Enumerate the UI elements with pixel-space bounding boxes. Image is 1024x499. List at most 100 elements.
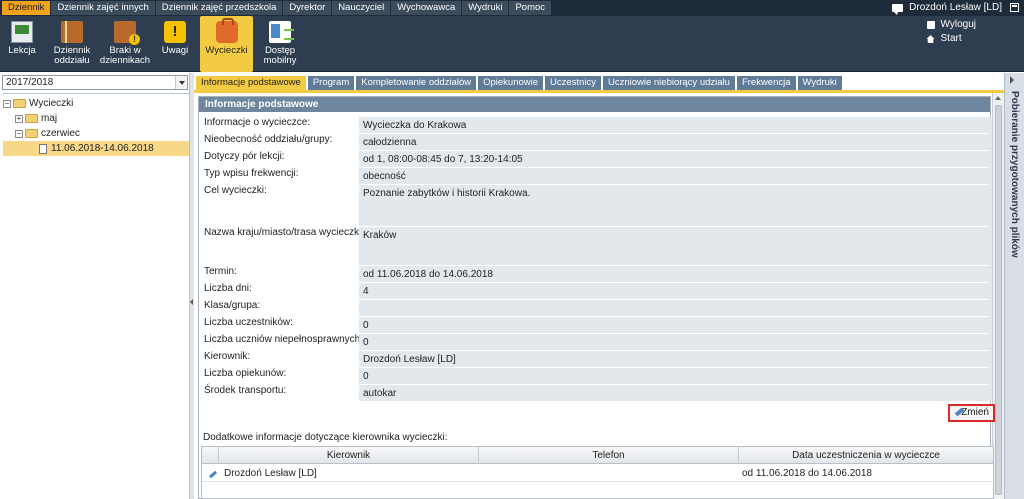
backpack-icon <box>215 18 238 43</box>
field-value: 0 <box>359 368 995 384</box>
menu-nauczyciel[interactable]: Nauczyciel <box>332 1 391 15</box>
maximize-icon[interactable] <box>1010 3 1019 12</box>
field-value: Kraków <box>359 227 995 265</box>
tab-wydruki[interactable]: Wydruki <box>797 76 842 90</box>
top-menu: Dziennik Dziennik zajęć innych Dziennik … <box>2 1 552 16</box>
tree-node-label: maj <box>41 113 58 124</box>
leader-table-header: Kierownik Telefon Data uczestniczenia w … <box>202 447 993 464</box>
table-row[interactable]: Drozdoń Lesław [LD] od 11.06.2018 do 14.… <box>202 466 993 482</box>
menu-dziennik-zajec-innych[interactable]: Dziennik zajęć innych <box>51 1 155 15</box>
field-value: 4 <box>359 283 995 299</box>
field-label: Nazwa kraju/miasto/trasa wycieczki: <box>204 227 365 238</box>
menu-dziennik[interactable]: Dziennik <box>2 1 51 15</box>
trip-tabs: Informacje podstawowe Program Kompletowa… <box>196 76 844 90</box>
toolbar: Lekcja Dziennik oddziału Braki w dzienni… <box>0 16 1024 72</box>
menu-wydruki[interactable]: Wydruki <box>462 1 509 15</box>
tab-program[interactable]: Program <box>307 76 355 90</box>
field-label: Typ wpisu frekwencji: <box>204 168 299 179</box>
field-label: Liczba uczniów niepełnosprawnych: <box>204 334 363 345</box>
field-value: Wycieczka do Krakowa <box>359 117 995 133</box>
mobile-phone-icon <box>269 21 294 43</box>
tree-node-czerwiec[interactable]: − czerwiec <box>3 126 189 141</box>
tab-informacje-podstawowe[interactable]: Informacje podstawowe <box>196 76 306 90</box>
menu-dziennik-zajec-przedszkola[interactable]: Dziennik zajęć przedszkola <box>155 1 283 15</box>
field-value: całodzienna <box>359 134 995 150</box>
session-links: Wyloguj Start <box>926 18 976 46</box>
field-value <box>359 300 995 316</box>
message-icon[interactable] <box>892 4 904 15</box>
column-spacer <box>202 447 219 464</box>
change-button[interactable]: Zmień <box>948 404 995 422</box>
field-label: Liczba opiekunów: <box>204 368 287 379</box>
tab-frekwencja[interactable]: Frekwencja <box>736 76 796 90</box>
tab-kompletowanie-oddzialow[interactable]: Kompletowanie oddziałów <box>356 76 477 90</box>
toolbar-dziennik-oddzialu-button[interactable]: Dziennik oddziału <box>50 16 94 72</box>
field-value: obecność <box>359 168 995 184</box>
field-label: Informacje o wycieczce: <box>204 117 311 128</box>
scroll-up-icon[interactable] <box>995 96 1001 100</box>
field-label: Kierownik: <box>204 351 251 362</box>
main-scrollbar[interactable] <box>992 93 1004 499</box>
toolbar-lekcja-label: Lekcja <box>8 45 36 56</box>
school-year-value: 2017/2018 <box>6 77 54 88</box>
scroll-thumb[interactable] <box>995 105 1002 495</box>
chevron-down-icon[interactable] <box>175 76 187 89</box>
tree-node-wycieczki[interactable]: − Wycieczki <box>3 96 189 111</box>
trips-tree: − Wycieczki + maj − czerwiec 11.06.2018-… <box>3 93 189 156</box>
lock-icon <box>926 21 935 29</box>
top-menu-bar: Dziennik Dziennik zajęć innych Dziennik … <box>0 0 1024 16</box>
logout-label: Wyloguj <box>940 19 976 30</box>
column-header-telefon[interactable]: Telefon <box>479 447 739 464</box>
field-value: 0 <box>359 317 995 333</box>
field-value: Poznanie zabytków i historii Krakowa. <box>359 185 995 226</box>
tab-opiekunowie[interactable]: Opiekunowie <box>478 76 544 90</box>
cell-kierownik: Drozdoń Lesław [LD] <box>224 468 317 479</box>
tree-node-maj[interactable]: + maj <box>3 111 189 126</box>
toolbar-dostep-mobilny-button[interactable]: Dostęp mobilny <box>259 16 301 72</box>
logout-link[interactable]: Wyloguj <box>926 18 976 32</box>
field-value: Drozdoń Lesław [LD] <box>359 351 995 367</box>
start-label: Start <box>940 33 962 44</box>
user-info[interactable]: Drozdoń Lesław [LD] <box>892 0 1002 16</box>
tab-uczniowie-niebiorący-udzialu[interactable]: Uczniowie niebiorący udziału <box>602 76 735 90</box>
toolbar-dziennik-oddzialu-label: Dziennik oddziału <box>53 45 91 66</box>
downloads-side-panel[interactable]: Pobieranie przygotowanych plików <box>1004 73 1024 499</box>
expand-panel-icon[interactable] <box>1010 76 1014 84</box>
menu-dyrektor[interactable]: Dyrektor <box>283 1 332 15</box>
toolbar-wycieczki-button[interactable]: Wycieczki <box>200 16 253 72</box>
column-header-kierownik[interactable]: Kierownik <box>219 447 479 464</box>
field-label: Termin: <box>204 266 237 277</box>
toolbar-braki-button[interactable]: Braki w dziennikach <box>98 16 152 72</box>
collapse-icon[interactable]: − <box>15 129 23 138</box>
menu-pomoc[interactable]: Pomoc <box>509 1 552 15</box>
tree-node-label: czerwiec <box>41 128 80 139</box>
field-label: Dotyczy pór lekcji: <box>204 151 285 162</box>
tree-node-label: 11.06.2018-14.06.2018 <box>51 143 154 154</box>
school-year-select[interactable]: 2017/2018 <box>2 75 188 90</box>
change-button-label: Zmień <box>961 407 989 418</box>
lesson-board-icon <box>11 21 33 43</box>
journal-book-icon <box>61 21 83 43</box>
start-link[interactable]: Start <box>926 32 976 46</box>
menu-wychowawca[interactable]: Wychowawca <box>391 1 462 15</box>
pencil-icon[interactable] <box>208 470 218 479</box>
toolbar-wycieczki-label: Wycieczki <box>205 45 248 56</box>
toolbar-dostep-mobilny-label: Dostęp mobilny <box>263 45 297 66</box>
field-value: autokar <box>359 385 995 401</box>
cell-data: od 11.06.2018 do 14.06.2018 <box>742 468 872 479</box>
folder-open-icon <box>25 129 38 138</box>
toolbar-lekcja-button[interactable]: Lekcja <box>4 16 40 72</box>
tree-node-trip[interactable]: 11.06.2018-14.06.2018 <box>3 141 189 156</box>
tab-uczestnicy[interactable]: Uczestnicy <box>545 76 601 90</box>
missing-entries-icon <box>114 21 140 45</box>
panel-title: Informacje podstawowe <box>199 97 990 112</box>
folder-open-icon <box>13 99 26 108</box>
field-label: Nieobecność oddziału/grupy: <box>204 134 333 145</box>
column-header-data[interactable]: Data uczestniczenia w wycieczce <box>739 447 993 464</box>
toolbar-braki-label: Braki w dziennikach <box>99 45 151 66</box>
expand-icon[interactable]: + <box>15 114 23 123</box>
collapse-icon[interactable]: − <box>3 99 11 108</box>
field-label: Środek transportu: <box>204 385 287 396</box>
toolbar-uwagi-button[interactable]: ! Uwagi <box>158 16 192 72</box>
tab-underline <box>194 90 1004 93</box>
